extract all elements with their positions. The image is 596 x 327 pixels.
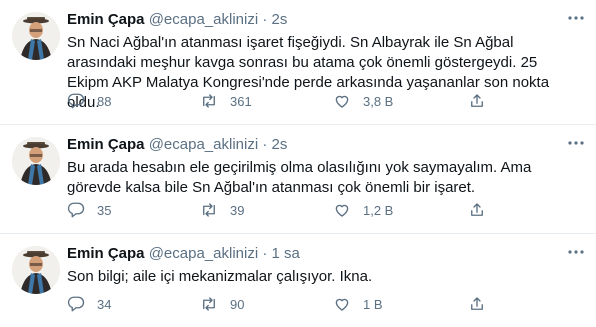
reply-count: 34 bbox=[97, 296, 112, 312]
like-count: 1 B bbox=[363, 296, 383, 312]
more-horizontal-icon[interactable] bbox=[566, 8, 586, 28]
share-button[interactable] bbox=[468, 295, 498, 313]
retweet-count: 361 bbox=[230, 93, 252, 109]
reply-button[interactable]: 34 bbox=[67, 295, 111, 313]
user-handle[interactable]: @ecapa_aklinizi bbox=[149, 136, 258, 153]
share-button[interactable] bbox=[468, 201, 498, 219]
reply-count: 88 bbox=[97, 93, 112, 109]
reply-icon bbox=[67, 296, 85, 312]
like-count: 1,2 B bbox=[363, 202, 394, 218]
like-count: 3,8 B bbox=[363, 93, 394, 109]
separator: · bbox=[262, 11, 268, 28]
tweet-actions: 35 39 1,2 B bbox=[67, 201, 582, 221]
like-button[interactable]: 3,8 B bbox=[333, 92, 393, 110]
timestamp[interactable]: 2s bbox=[272, 11, 288, 28]
user-handle[interactable]: @ecapa_aklinizi bbox=[149, 11, 258, 28]
retweet-button[interactable]: 361 bbox=[200, 92, 252, 110]
tweet-header: Emin Çapa @ecapa_aklinizi · 2s bbox=[67, 10, 566, 29]
share-icon bbox=[471, 94, 483, 107]
reply-icon bbox=[67, 202, 85, 218]
display-name[interactable]: Emin Çapa bbox=[67, 245, 145, 262]
separator: · bbox=[262, 245, 268, 262]
display-name[interactable]: Emin Çapa bbox=[67, 136, 145, 153]
reply-icon bbox=[67, 93, 85, 109]
tweet[interactable]: Emin Çapa @ecapa_aklinizi · 2s Sn Naci A… bbox=[0, 0, 596, 125]
tweet-actions: 88 361 3,8 B bbox=[67, 92, 582, 112]
separator: · bbox=[262, 136, 268, 153]
share-icon bbox=[471, 297, 483, 310]
like-button[interactable]: 1,2 B bbox=[333, 201, 393, 219]
tweet-text: Son bilgi; aile içi mekanizmalar çalışıy… bbox=[67, 268, 373, 285]
heart-icon bbox=[335, 95, 349, 108]
reply-count: 35 bbox=[97, 202, 112, 218]
tweet[interactable]: Emin Çapa @ecapa_aklinizi · 1 sa Son bil… bbox=[0, 234, 596, 327]
more-horizontal-icon[interactable] bbox=[566, 133, 586, 153]
like-button[interactable]: 1 B bbox=[333, 295, 383, 313]
more-horizontal-icon[interactable] bbox=[566, 242, 586, 262]
timestamp[interactable]: 2s bbox=[272, 136, 288, 153]
tweet-header: Emin Çapa @ecapa_aklinizi · 2s bbox=[67, 135, 566, 154]
retweet-count: 90 bbox=[230, 296, 245, 312]
retweet-count: 39 bbox=[230, 202, 245, 218]
share-button[interactable] bbox=[468, 92, 498, 110]
share-icon bbox=[471, 203, 483, 216]
avatar[interactable] bbox=[12, 246, 60, 294]
user-handle[interactable]: @ecapa_aklinizi bbox=[149, 245, 258, 262]
avatar[interactable] bbox=[12, 12, 60, 60]
tweet-actions: 34 90 1 B bbox=[67, 295, 582, 315]
retweet-button[interactable]: 39 bbox=[200, 201, 244, 219]
reply-button[interactable]: 35 bbox=[67, 201, 111, 219]
reply-button[interactable]: 88 bbox=[67, 92, 111, 110]
timestamp[interactable]: 1 sa bbox=[272, 245, 300, 262]
heart-icon bbox=[335, 204, 349, 217]
tweet[interactable]: Emin Çapa @ecapa_aklinizi · 2s Bu arada … bbox=[0, 125, 596, 234]
tweet-text: Bu arada hesabın ele geçirilmiş olma ola… bbox=[67, 159, 532, 196]
avatar[interactable] bbox=[12, 137, 60, 185]
heart-icon bbox=[335, 298, 349, 311]
retweet-icon bbox=[203, 297, 215, 311]
retweet-button[interactable]: 90 bbox=[200, 295, 244, 313]
display-name[interactable]: Emin Çapa bbox=[67, 11, 145, 28]
retweet-icon bbox=[203, 94, 215, 108]
retweet-icon bbox=[203, 203, 215, 217]
tweet-header: Emin Çapa @ecapa_aklinizi · 1 sa bbox=[67, 244, 566, 263]
